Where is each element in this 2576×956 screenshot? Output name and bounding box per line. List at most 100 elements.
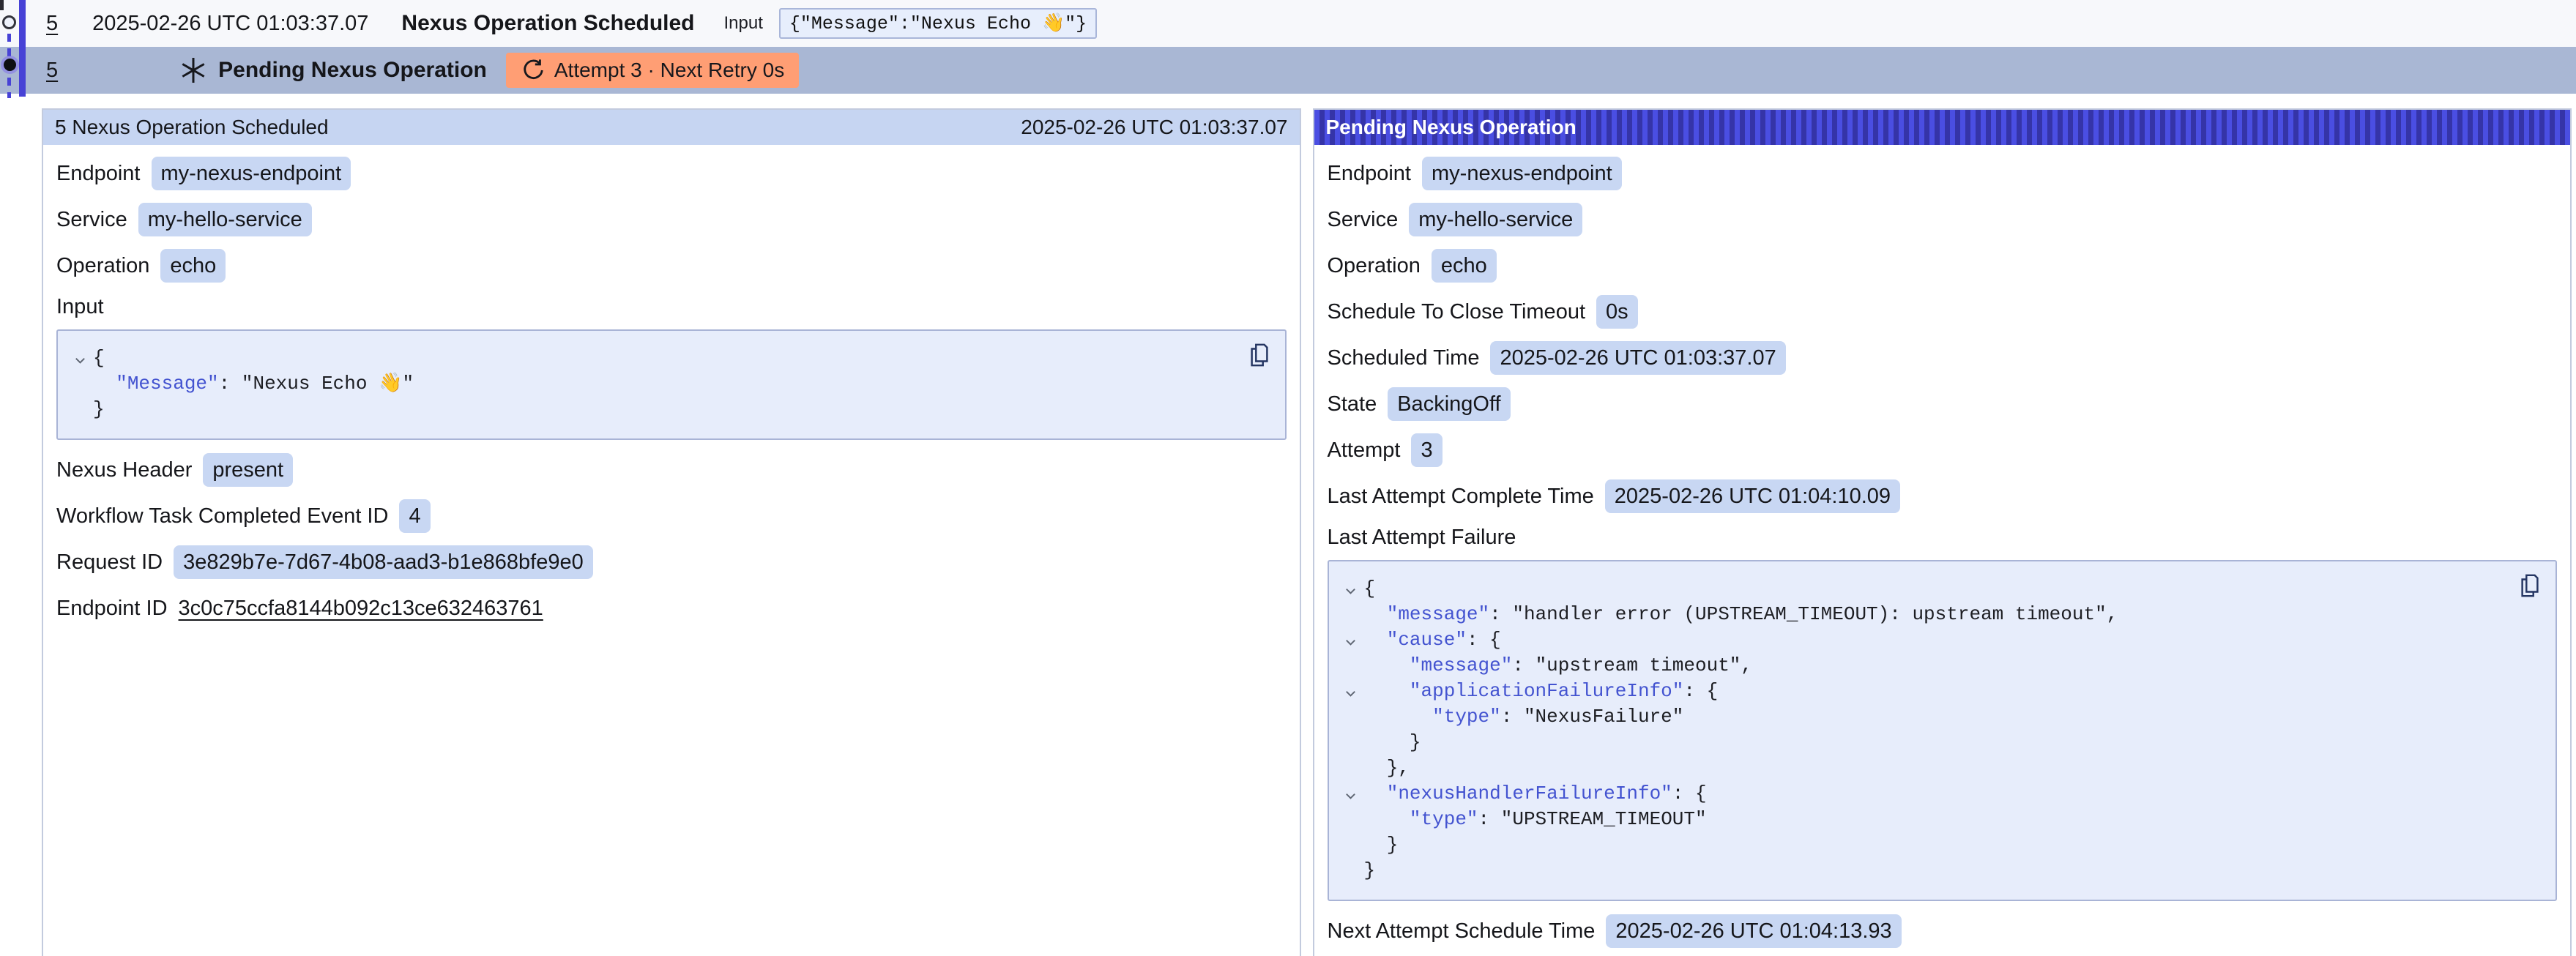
code-line-text: } [1364, 730, 1421, 755]
field-row: Service my-hello-service [56, 203, 1287, 236]
field-label: Attempt [1328, 438, 1401, 463]
code-line: "message": "handler error (UPSTREAM_TIME… [1338, 602, 2505, 627]
input-code-block: { "Message": "Nexus Echo 👋" } [56, 329, 1287, 440]
field-label: Nexus Header [56, 458, 192, 482]
field-row: Endpoint ID 3c0c75ccfa8144b092c13ce63246… [56, 591, 1287, 625]
code-line: } [1338, 858, 2505, 884]
copy-icon [1247, 341, 1272, 369]
field-value-badge: my-hello-service [1409, 203, 1582, 236]
field-label: Workflow Task Completed Event ID [56, 504, 388, 529]
code-line-gutter[interactable] [1338, 807, 1364, 832]
field-value-badge: 2025-02-26 UTC 01:04:13.93 [1606, 914, 1901, 948]
pending-event-id-link[interactable]: 5 [46, 59, 58, 83]
field-row: Attempt 3 [1328, 433, 2558, 467]
retry-badge-text: Attempt 3 · Next Retry 0s [554, 59, 784, 82]
right-fields-top: Endpoint my-nexus-endpoint Service my-he… [1328, 157, 2558, 513]
left-fields-bottom: Nexus Header present Workflow Task Compl… [56, 453, 1287, 625]
left-panel-body: Endpoint my-nexus-endpoint Service my-he… [43, 145, 1300, 638]
field-label: Operation [1328, 254, 1421, 278]
field-value-badge: echo [1432, 249, 1497, 283]
right-fields-bottom: Next Attempt Schedule Time 2025-02-26 UT… [1328, 914, 2558, 948]
pending-nexus-operation-row[interactable]: 5 Pending Nexus Operation Attempt 3 · Ne… [0, 47, 2576, 94]
field-row: Last Attempt Complete Time 2025-02-26 UT… [1328, 479, 2558, 513]
copy-button[interactable] [2516, 570, 2544, 601]
code-line-gutter[interactable] [1338, 730, 1364, 755]
code-line-text: "type": "UPSTREAM_TIMEOUT" [1364, 807, 1707, 832]
field-value-badge: 2025-02-26 UTC 01:03:37.07 [1490, 341, 1785, 375]
retry-status-badge: Attempt 3 · Next Retry 0s [506, 53, 799, 88]
code-line-text: { [1364, 576, 1376, 602]
field-value-link[interactable]: 3c0c75ccfa8144b092c13ce632463761 [179, 591, 543, 625]
code-line: "type": "NexusFailure" [1338, 704, 2505, 730]
field-label: Operation [56, 254, 149, 278]
code-line-gutter[interactable] [1338, 832, 1364, 858]
code-line-gutter[interactable] [67, 346, 93, 371]
code-line-gutter[interactable] [67, 397, 93, 422]
input-section-label: Input [56, 295, 1287, 319]
event-title: Nexus Operation Scheduled [401, 11, 694, 36]
code-line-gutter[interactable] [1338, 704, 1364, 730]
code-line: "nexusHandlerFailureInfo": { [1338, 781, 2505, 807]
timeline-stub [0, 0, 4, 10]
timeline-node-open-icon [2, 15, 16, 29]
pending-title: Pending Nexus Operation [218, 58, 487, 83]
code-line-gutter[interactable] [1338, 602, 1364, 627]
code-line-gutter[interactable] [1338, 679, 1364, 704]
field-value-badge: my-nexus-endpoint [1422, 157, 1622, 190]
field-label: Request ID [56, 550, 163, 575]
field-label: Endpoint [1328, 162, 1412, 186]
field-row: Endpoint my-nexus-endpoint [1328, 157, 2558, 190]
code-line-text: "message": "handler error (UPSTREAM_TIME… [1364, 602, 2118, 627]
code-line-gutter[interactable] [1338, 858, 1364, 884]
code-line-gutter[interactable] [1338, 781, 1364, 807]
code-line-gutter[interactable] [1338, 576, 1364, 602]
event-input-chip[interactable]: {"Message":"Nexus Echo 👋"} [779, 8, 1097, 39]
collapse-caret-icon [73, 354, 87, 367]
collapse-caret-icon [1344, 687, 1358, 701]
code-line-text: "applicationFailureInfo": { [1364, 679, 1719, 704]
retry-icon [521, 58, 546, 83]
collapse-caret-icon [1344, 635, 1358, 649]
event-row-nexus-operation-scheduled[interactable]: 5 2025-02-26 UTC 01:03:37.07 Nexus Opera… [0, 0, 2576, 47]
field-value-badge: 2025-02-26 UTC 01:04:10.09 [1605, 479, 1900, 513]
field-value-badge: BackingOff [1388, 387, 1510, 421]
right-panel-title: Pending Nexus Operation [1326, 116, 1577, 139]
field-label: Service [56, 208, 127, 232]
panel-pending-nexus-operation: Pending Nexus Operation Endpoint my-nexu… [1313, 108, 2572, 956]
code-line: "cause": { [1338, 627, 2505, 653]
code-line-gutter[interactable] [1338, 627, 1364, 653]
field-row: Schedule To Close Timeout 0s [1328, 295, 2558, 329]
code-line-gutter[interactable] [1338, 755, 1364, 781]
failure-code-block: { "message": "handler error (UPSTREAM_TI… [1328, 560, 2558, 901]
left-panel-timestamp: 2025-02-26 UTC 01:03:37.07 [1021, 116, 1287, 139]
code-line-gutter[interactable] [67, 371, 93, 397]
code-line-text: "cause": { [1364, 627, 1501, 653]
field-value-badge: 3e829b7e-7d67-4b08-aad3-b1e868bfe9e0 [174, 545, 593, 579]
field-row: Nexus Header present [56, 453, 1287, 487]
field-row: Next Attempt Schedule Time 2025-02-26 UT… [1328, 914, 2558, 948]
right-panel-body: Endpoint my-nexus-endpoint Service my-he… [1314, 145, 2571, 956]
code-line-text: "type": "NexusFailure" [1364, 704, 1684, 730]
code-line-gutter[interactable] [1338, 653, 1364, 679]
copy-button[interactable] [1246, 340, 1273, 370]
timeline-node-current-icon [4, 59, 16, 71]
collapse-caret-icon [1344, 789, 1358, 803]
code-line: }, [1338, 755, 2505, 781]
event-timestamp: 2025-02-26 UTC 01:03:37.07 [92, 12, 368, 36]
field-row: Operation echo [56, 249, 1287, 283]
field-label: Endpoint [56, 162, 141, 186]
detail-panels: 5 Nexus Operation Scheduled 2025-02-26 U… [42, 108, 2572, 956]
field-label: Scheduled Time [1328, 346, 1480, 370]
code-line: "Message": "Nexus Echo 👋" [67, 371, 1234, 397]
code-line-text: } [1364, 858, 1376, 884]
pending-asterisk-icon [179, 56, 208, 85]
collapse-caret-icon [1344, 584, 1358, 598]
code-line: "message": "upstream timeout", [1338, 653, 2505, 679]
event-id-link[interactable]: 5 [46, 12, 58, 36]
copy-icon [2517, 572, 2542, 600]
field-row: Operation echo [1328, 249, 2558, 283]
code-line: } [67, 397, 1234, 422]
code-line-text: "Message": "Nexus Echo 👋" [93, 371, 414, 397]
field-label: Last Attempt Complete Time [1328, 485, 1594, 509]
left-panel-title: 5 Nexus Operation Scheduled [55, 116, 329, 139]
